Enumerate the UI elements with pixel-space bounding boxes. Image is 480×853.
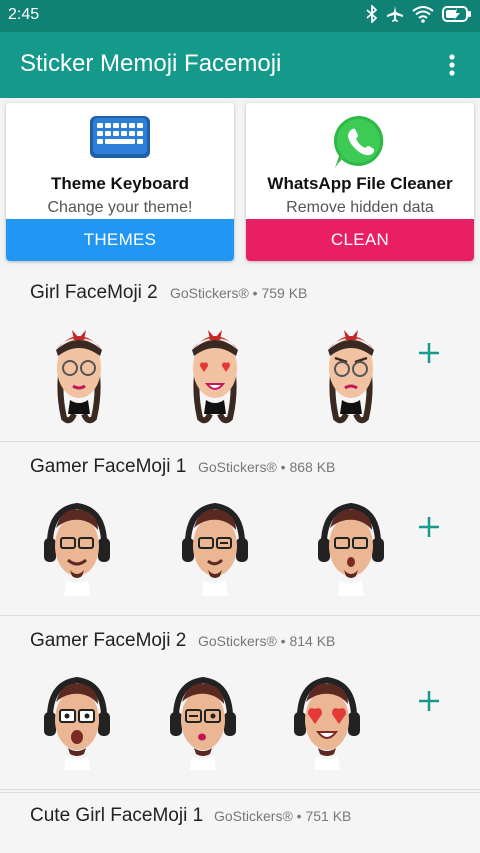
pack-publisher: GoStickers® [198,459,277,475]
add-pack-icon[interactable] [414,686,444,716]
add-pack-icon[interactable] [414,338,444,368]
whatsapp-icon [333,115,384,168]
gamer-memoji-kiss-sticker[interactable] [158,662,248,778]
separator: • [296,808,302,824]
whatsapp-cleaner-card[interactable]: WhatsApp File Cleaner Remove hidden data… [246,103,474,261]
promo-subtitle: Change your theme! [47,199,193,216]
separator: • [252,285,258,301]
promo-subtitle: Remove hidden data [286,199,434,216]
pack-publisher: GoStickers® [170,285,249,301]
girl-memoji-heart-eyes-sticker[interactable] [170,314,260,430]
separator: • [280,633,286,649]
gamer-memoji-heart-eyes-sticker[interactable] [282,662,372,778]
pack-meta: GoStickers® • 814 KB [198,633,335,649]
airplane-mode-icon [387,6,403,22]
more-vertical-icon[interactable] [440,50,464,80]
app-bar: Sticker Memoji Facemoji [0,32,480,98]
app-title: Sticker Memoji Facemoji [20,50,282,77]
pack-publisher: GoStickers® [198,633,277,649]
status-bar: 2:45 [0,0,480,32]
theme-keyboard-card[interactable]: Theme Keyboard Change your theme! THEMES [6,103,234,261]
gamer-memoji-smile-sticker[interactable] [32,488,122,604]
pack-publisher: GoStickers® [214,808,293,824]
promo-title: Theme Keyboard [51,174,189,193]
pack-meta: GoStickers® • 751 KB [214,808,351,824]
sticker-pack-item[interactable]: Gamer FaceMoji 2 GoStickers® • 814 KB [0,616,480,790]
sticker-pack-item[interactable]: Cute Girl FaceMoji 1 GoStickers® • 751 K… [0,792,480,853]
pack-meta: GoStickers® • 868 KB [198,459,335,475]
status-time: 2:45 [8,6,40,23]
keyboard-icon [90,116,150,158]
pack-name: Girl FaceMoji 2 [30,282,158,303]
pack-name: Cute Girl FaceMoji 1 [30,805,204,826]
pack-size: 759 KB [261,285,308,301]
gamer-memoji-surprised-sticker[interactable] [306,488,396,604]
gamer-memoji-wink-sticker[interactable] [170,488,260,604]
separator: • [280,459,286,475]
pack-name: Gamer FaceMoji 1 [30,456,187,477]
pack-meta: GoStickers® • 759 KB [170,285,307,301]
pack-size: 868 KB [289,459,336,475]
wifi-icon [412,6,434,23]
girl-memoji-angry-sticker[interactable] [306,314,396,430]
pack-name: Gamer FaceMoji 2 [30,630,187,651]
pack-size: 751 KB [305,808,352,824]
sticker-pack-item[interactable]: Girl FaceMoji 2 GoStickers® • 759 KB [0,268,480,442]
bluetooth-icon [366,5,378,23]
clean-button[interactable]: CLEAN [246,219,474,261]
promo-title: WhatsApp File Cleaner [267,174,453,193]
themes-button[interactable]: THEMES [6,219,234,261]
girl-memoji-glasses-sticker[interactable] [34,314,124,430]
battery-charging-icon [442,6,471,22]
sticker-pack-item[interactable]: Gamer FaceMoji 1 GoStickers® • 868 KB [0,442,480,616]
gamer-memoji-shocked-sticker[interactable] [32,662,122,778]
add-pack-icon[interactable] [414,512,444,542]
pack-size: 814 KB [289,633,336,649]
